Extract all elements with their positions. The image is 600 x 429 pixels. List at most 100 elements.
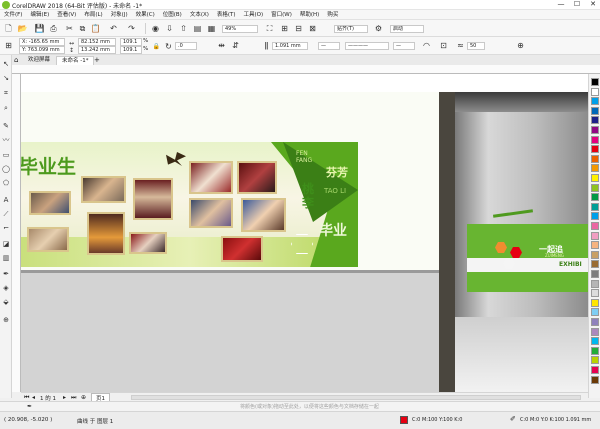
- color-swatch[interactable]: [591, 279, 599, 288]
- polygon-tool-icon[interactable]: ⬠: [1, 178, 11, 188]
- undo-icon[interactable]: ↶: [108, 23, 119, 34]
- mirror-vertical-icon[interactable]: ⇵: [230, 40, 241, 51]
- add-tab-icon[interactable]: +: [94, 56, 100, 64]
- next-page-icon[interactable]: ▸: [63, 394, 66, 401]
- pick-tool-icon[interactable]: ↖: [1, 59, 11, 69]
- snap-to-dropdown[interactable]: 贴齐(T): [334, 25, 368, 33]
- scale-y-field[interactable]: 109.1: [120, 46, 142, 54]
- outline-pen-icon[interactable]: ✐: [510, 415, 516, 423]
- freehand-tool-icon[interactable]: ✎: [1, 121, 11, 131]
- shape-tool-icon[interactable]: ↘: [1, 73, 11, 83]
- zoom-tool-icon[interactable]: ⌕: [1, 103, 11, 113]
- show-rulers-icon[interactable]: ⊞: [279, 23, 290, 34]
- vertical-ruler[interactable]: [12, 74, 21, 392]
- menu-edit[interactable]: 编辑(E): [26, 10, 53, 20]
- eyedropper-icon[interactable]: ✒: [1, 269, 11, 279]
- home-icon[interactable]: ⌂: [14, 56, 18, 64]
- artistic-media-icon[interactable]: 〰: [1, 135, 11, 145]
- save-icon[interactable]: 💾: [34, 23, 45, 34]
- y-position-field[interactable]: Y: 763.099 mm: [19, 46, 65, 54]
- close-curve-icon[interactable]: ◠: [421, 40, 432, 51]
- rectangle-tool-icon[interactable]: ▭: [1, 150, 11, 160]
- color-swatch[interactable]: [591, 87, 599, 96]
- color-swatch[interactable]: [591, 164, 599, 173]
- menu-effects[interactable]: 效果(C): [132, 10, 159, 20]
- search-content-icon[interactable]: ◉: [150, 23, 161, 34]
- parallel-dimension-icon[interactable]: ⟋: [1, 209, 11, 219]
- drop-shadow-icon[interactable]: ◪: [1, 239, 11, 249]
- zoom-level-select[interactable]: 49%: [222, 25, 258, 33]
- width-field[interactable]: 82.152 mm: [78, 38, 116, 46]
- color-swatch[interactable]: [591, 202, 599, 211]
- menu-tools[interactable]: 工具(O): [240, 10, 268, 20]
- color-swatch[interactable]: [591, 241, 599, 250]
- color-swatch[interactable]: [591, 97, 599, 106]
- object-origin-icon[interactable]: ⊞: [3, 40, 14, 51]
- start-arrowhead-select[interactable]: —: [318, 42, 340, 50]
- menu-buy[interactable]: 购买: [323, 10, 342, 20]
- transparency-tool-icon[interactable]: ▥: [1, 253, 11, 263]
- guidelines-icon[interactable]: ⊠: [307, 23, 318, 34]
- menu-layout[interactable]: 布局(L): [80, 10, 106, 20]
- rotation-field[interactable]: .0: [175, 42, 197, 50]
- color-swatch[interactable]: [591, 250, 599, 259]
- color-swatch[interactable]: [591, 106, 599, 115]
- color-swatch[interactable]: [591, 289, 599, 298]
- ellipse-tool-icon[interactable]: ◯: [1, 164, 11, 174]
- color-swatch[interactable]: [591, 298, 599, 307]
- outline-width-field[interactable]: 1.091 mm: [272, 42, 308, 50]
- color-swatch[interactable]: [591, 260, 599, 269]
- smart-fill-icon[interactable]: ⬙: [1, 297, 11, 307]
- maximize-button[interactable]: ☐: [569, 0, 585, 10]
- color-swatch[interactable]: [591, 231, 599, 240]
- line-style-select[interactable]: ————: [345, 42, 389, 50]
- menu-window[interactable]: 窗口(W): [267, 10, 296, 20]
- color-swatch[interactable]: [591, 193, 599, 202]
- paste-icon[interactable]: 📋: [90, 23, 101, 34]
- launch-dropdown[interactable]: 启动: [390, 25, 424, 33]
- fill-indicator-icon[interactable]: [400, 416, 408, 424]
- export-icon[interactable]: ⇧: [178, 23, 189, 34]
- color-swatch[interactable]: [591, 145, 599, 154]
- menu-text[interactable]: 文本(X): [186, 10, 213, 20]
- full-screen-icon[interactable]: ⛶: [264, 23, 275, 34]
- copy-icon[interactable]: ⧉: [77, 23, 88, 34]
- color-swatch[interactable]: [591, 154, 599, 163]
- crop-tool-icon[interactable]: ⌗: [1, 88, 11, 98]
- color-swatch[interactable]: [591, 375, 599, 384]
- end-arrowhead-select[interactable]: —: [393, 42, 415, 50]
- lock-ratio-icon[interactable]: 🔒: [151, 41, 162, 52]
- x-position-field[interactable]: X: -165.65 mm: [19, 38, 65, 46]
- color-swatch[interactable]: [591, 366, 599, 374]
- smoothing-field[interactable]: 50: [467, 42, 485, 50]
- minimize-button[interactable]: —: [553, 0, 569, 10]
- publish-pdf-icon[interactable]: ▤: [192, 23, 203, 34]
- text-tool-icon[interactable]: A: [1, 195, 11, 205]
- color-swatch[interactable]: [591, 183, 599, 192]
- menu-help[interactable]: 帮助(H): [296, 10, 323, 20]
- color-swatch[interactable]: [591, 308, 599, 317]
- menu-file[interactable]: 文件(F): [0, 10, 26, 20]
- mirror-horizontal-icon[interactable]: ⇹: [216, 40, 227, 51]
- color-swatch[interactable]: [591, 174, 599, 182]
- interactive-fill-icon[interactable]: ◈: [1, 283, 11, 293]
- height-field[interactable]: 13.242 mm: [78, 46, 116, 54]
- scale-x-field[interactable]: 109.1: [120, 38, 142, 46]
- app-launcher-icon[interactable]: ▦: [206, 23, 217, 34]
- menu-object[interactable]: 对象(J): [107, 10, 132, 20]
- color-swatch[interactable]: [591, 116, 599, 125]
- print-icon[interactable]: ⎙: [48, 23, 59, 34]
- color-swatch[interactable]: [591, 346, 599, 355]
- eyedropper-small-icon[interactable]: ✒: [27, 403, 32, 410]
- redo-icon[interactable]: ↷: [126, 23, 137, 34]
- menu-bitmaps[interactable]: 位图(B): [159, 10, 186, 20]
- color-swatch[interactable]: [591, 337, 599, 346]
- cut-icon[interactable]: ✂: [64, 23, 75, 34]
- options-gear-icon[interactable]: ⚙: [373, 23, 384, 34]
- drawing-canvas[interactable]: 毕业生 FEN FANG 芬芳 TAO LI 桃李 毕业 一起追 ZUIMENG…: [21, 74, 588, 392]
- add-tool-icon[interactable]: ⊕: [1, 315, 11, 325]
- horizontal-ruler[interactable]: [12, 65, 600, 74]
- color-swatch[interactable]: [591, 78, 599, 86]
- tab-welcome-screen[interactable]: 欢迎屏幕: [23, 56, 55, 65]
- add-page-icon[interactable]: ⊕: [81, 394, 86, 401]
